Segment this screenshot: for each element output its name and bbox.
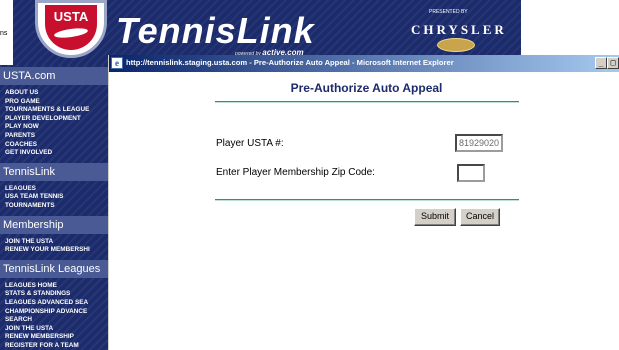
- maximize-button[interactable]: □: [607, 57, 619, 69]
- chrysler-logo[interactable]: CHRYSLER: [411, 22, 507, 38]
- popup-content: Pre-Authorize Auto Appeal Player USTA #:…: [109, 72, 619, 350]
- window-title: http://tennislink.staging.usta.com - Pre…: [126, 58, 454, 67]
- window-titlebar[interactable]: e http://tennislink.staging.usta.com - P…: [109, 55, 619, 72]
- usta-logo-text: USTA: [53, 9, 89, 24]
- presented-by-label: PRESENTED BY: [429, 9, 468, 15]
- minimize-button[interactable]: _: [595, 57, 607, 69]
- title-divider: [215, 101, 519, 103]
- internet-explorer-icon[interactable]: e: [111, 57, 123, 69]
- chrysler-badge-icon: [437, 38, 475, 52]
- zip-code-input[interactable]: [457, 164, 485, 182]
- player-usta-number-input[interactable]: [455, 134, 503, 152]
- player-usta-label: Player USTA #:: [216, 138, 284, 149]
- page-title: Pre-Authorize Auto Appeal: [290, 81, 443, 95]
- form-divider: [215, 199, 519, 201]
- partial-page-text: ns: [0, 30, 8, 37]
- cancel-button[interactable]: Cancel: [460, 208, 500, 226]
- tennislink-logo[interactable]: TennisLink: [116, 10, 315, 52]
- ie-popup-window: e http://tennislink.staging.usta.com - P…: [108, 55, 619, 350]
- submit-button[interactable]: Submit: [414, 208, 456, 226]
- zip-code-label: Enter Player Membership Zip Code:: [216, 167, 375, 178]
